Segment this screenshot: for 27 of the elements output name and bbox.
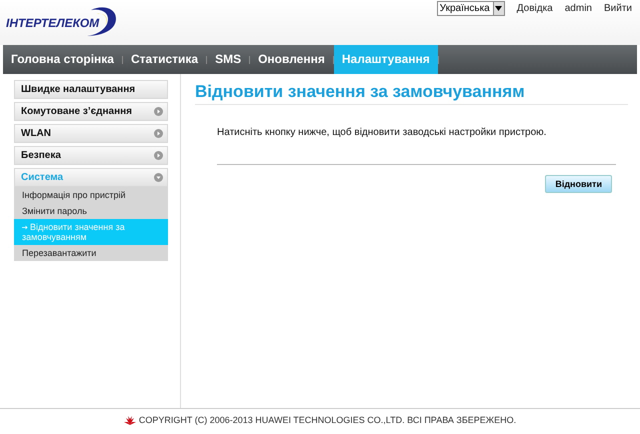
nav-tab[interactable]: Статистика bbox=[122, 45, 206, 74]
page-title: Відновити значення за замовчуванням bbox=[195, 82, 628, 105]
sidebar-item[interactable]: WLAN bbox=[14, 124, 168, 143]
chevron-down-icon bbox=[154, 173, 163, 182]
header-link[interactable]: admin bbox=[564, 1, 592, 16]
nav-tab[interactable]: Головна сторінка bbox=[3, 45, 122, 74]
sidebar-item[interactable]: Комутоване з’єднання bbox=[14, 102, 168, 121]
nav-tab[interactable]: SMS bbox=[207, 45, 250, 74]
header-link[interactable]: Довідка bbox=[516, 1, 553, 16]
flower-logo-icon bbox=[124, 416, 136, 424]
language-select[interactable]: Українська bbox=[436, 1, 505, 16]
submenu-item[interactable]: Змінити пароль bbox=[14, 203, 168, 219]
arrow-right-icon bbox=[22, 225, 28, 230]
restore-button[interactable]: Відновити bbox=[545, 175, 612, 193]
sidebar-item[interactable]: Безпека bbox=[14, 146, 168, 165]
copyright-text: COPYRIGHT (C) 2006-2013 HUAWEI TECHNOLOGIES CO.,LTD. ВСІ ПРАВА ЗБЕРЕЖЕНО. bbox=[138, 415, 516, 425]
chevron-right-icon bbox=[154, 151, 163, 160]
chevron-right-icon bbox=[154, 129, 163, 138]
dropdown-arrow-icon bbox=[495, 6, 502, 11]
instruction-text: Натисніть кнопку нижче, щоб відновити заводські настройки пристрою. bbox=[217, 127, 548, 138]
nav-tab[interactable]: Оновлення bbox=[250, 45, 333, 74]
submenu-item[interactable]: Перезавантажити bbox=[14, 245, 168, 261]
company-logo: ІНТЕРТЕЛЕКОМ bbox=[6, 6, 122, 40]
submenu-item[interactable]: Інформація про пристрій bbox=[14, 187, 168, 203]
chevron-right-icon bbox=[154, 107, 163, 116]
sidebar-item[interactable]: Швидке налаштування bbox=[14, 80, 168, 99]
header-link[interactable]: Вийти bbox=[604, 1, 632, 16]
